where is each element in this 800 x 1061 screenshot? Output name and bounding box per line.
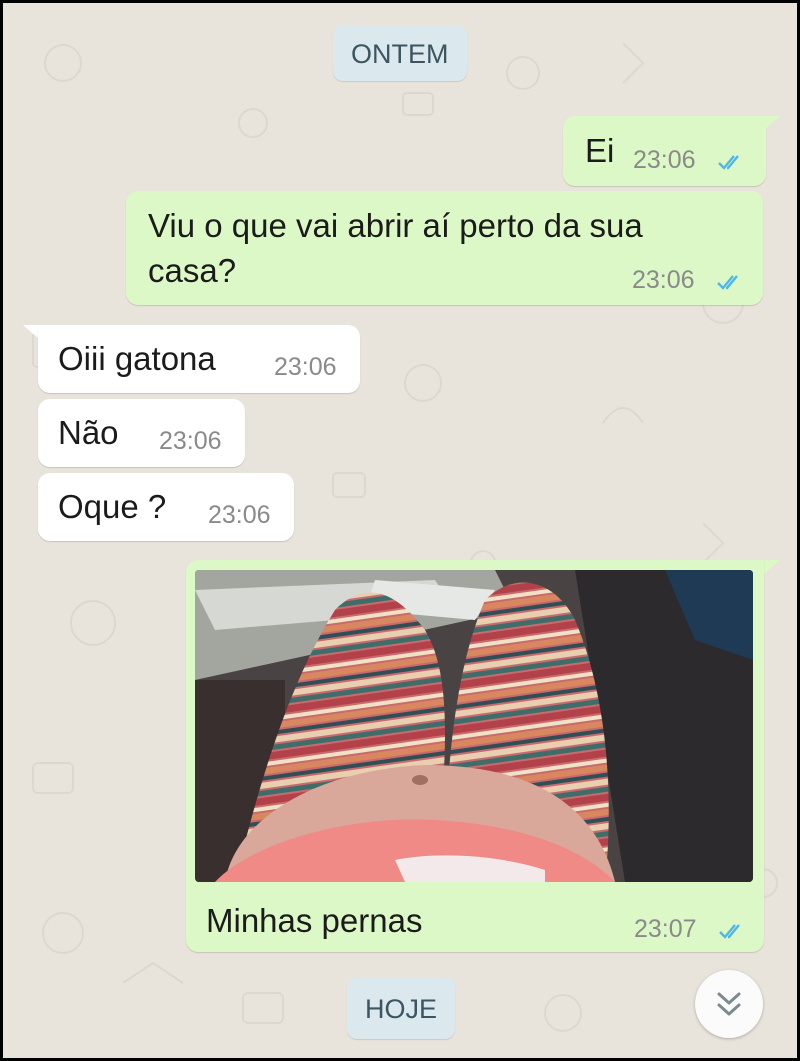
message-time: 23:06	[632, 266, 695, 294]
bubble-tail	[764, 116, 780, 130]
chat-screen: ONTEM Ei 23:06 Viu o que vai abrir aí pe…	[3, 3, 797, 1058]
bubble-tail	[764, 560, 780, 574]
date-separator-today: HOJE	[347, 977, 456, 1039]
scroll-to-bottom-button[interactable]	[695, 970, 763, 1038]
outgoing-message[interactable]: Ei 23:06	[563, 116, 766, 186]
double-chevron-down-icon	[717, 992, 741, 1016]
bubble-tail	[23, 325, 39, 339]
date-separator-yesterday: ONTEM	[333, 25, 467, 81]
double-check-icon	[719, 924, 740, 939]
incoming-message[interactable]: Oiii gatona 23:06	[38, 325, 360, 393]
message-time: 23:06	[208, 501, 271, 529]
message-text: Ei	[585, 132, 615, 169]
image-caption: Minhas pernas	[206, 902, 423, 939]
message-text: Oiii gatona	[58, 340, 216, 377]
double-check-icon	[717, 275, 738, 290]
message-time: 23:07	[634, 915, 697, 943]
message-time: 23:06	[274, 353, 337, 381]
message-time: 23:06	[159, 427, 222, 455]
incoming-message[interactable]: Não 23:06	[38, 399, 245, 467]
incoming-message[interactable]: Oque ? 23:06	[38, 473, 294, 541]
message-photo[interactable]	[195, 570, 753, 882]
message-text: Não	[58, 414, 119, 451]
outgoing-image-message[interactable]: Minhas pernas 23:07	[186, 560, 764, 952]
double-check-icon	[718, 155, 739, 170]
message-text-line-1: Viu o que vai abrir aí perto da sua	[148, 207, 643, 244]
photo-image	[195, 570, 753, 882]
message-text: Oque ?	[58, 488, 167, 525]
outgoing-message[interactable]: Viu o que vai abrir aí perto da sua casa…	[126, 191, 763, 305]
message-text-line-2: casa?	[148, 252, 237, 289]
message-time: 23:06	[633, 146, 696, 174]
